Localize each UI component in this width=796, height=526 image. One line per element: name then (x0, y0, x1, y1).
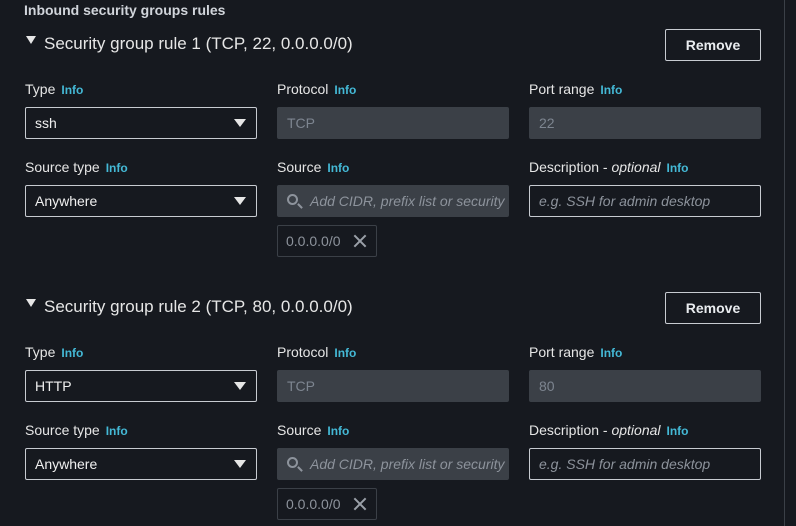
remove-button[interactable]: Remove (665, 292, 761, 324)
type-select[interactable]: HTTP (25, 370, 257, 402)
info-link[interactable]: Info (61, 346, 83, 360)
search-icon (287, 194, 298, 205)
protocol-input: TCP (277, 370, 509, 402)
panel-divider (784, 0, 785, 526)
port-range-input: 80 (529, 370, 761, 402)
source-field: Source Info Add CIDR, prefix list or secu… (277, 159, 510, 257)
protocol-field: Protocol Info TCP (277, 81, 510, 139)
type-label: Type Info (25, 81, 84, 97)
source-type-label: Source type Info (25, 422, 128, 438)
port-range-label: Port range Info (529, 344, 623, 360)
info-link[interactable]: Info (61, 83, 83, 97)
source-type-select[interactable]: Anywhere (25, 448, 257, 480)
info-link[interactable]: Info (106, 161, 128, 175)
info-link[interactable]: Info (327, 424, 349, 438)
chevron-down-icon (234, 197, 246, 205)
description-label: Description - optional Info (529, 159, 689, 175)
info-link[interactable]: Info (600, 83, 622, 97)
type-field: Type Info ssh (25, 81, 258, 139)
source-token: 0.0.0.0/0 (277, 225, 377, 257)
source-type-select[interactable]: Anywhere (25, 185, 257, 217)
source-label: Source Info (277, 159, 350, 175)
type-select[interactable]: ssh (25, 107, 257, 139)
description-input[interactable]: e.g. SSH for admin desktop (529, 448, 761, 480)
caret-down-icon[interactable] (26, 299, 36, 307)
info-link[interactable]: Info (334, 83, 356, 97)
inbound-rules-panel: Inbound security groups rules Security g… (0, 0, 796, 526)
protocol-input: TCP (277, 107, 509, 139)
type-field: Type Info HTTP (25, 344, 258, 402)
rule-header: Security group rule 1 (TCP, 22, 0.0.0.0/… (0, 29, 784, 74)
protocol-label: Protocol Info (277, 344, 357, 360)
source-type-field: Source type Info Anywhere (25, 159, 258, 217)
info-link[interactable]: Info (106, 424, 128, 438)
remove-button[interactable]: Remove (665, 29, 761, 61)
search-icon (287, 457, 298, 468)
protocol-label: Protocol Info (277, 81, 357, 97)
source-type-label: Source type Info (25, 159, 128, 175)
chevron-down-icon (234, 460, 246, 468)
close-icon[interactable] (353, 497, 367, 511)
caret-down-icon[interactable] (26, 36, 36, 44)
description-label: Description - optional Info (529, 422, 689, 438)
chevron-down-icon (234, 382, 246, 390)
source-field: Source Info Add CIDR, prefix list or secu… (277, 422, 510, 520)
close-icon[interactable] (353, 234, 367, 248)
source-label: Source Info (277, 422, 350, 438)
chevron-down-icon (234, 119, 246, 127)
protocol-field: Protocol Info TCP (277, 344, 510, 402)
source-search-input[interactable]: Add CIDR, prefix list or security (277, 448, 509, 480)
source-search-input[interactable]: Add CIDR, prefix list or security (277, 185, 509, 217)
rule-header: Security group rule 2 (TCP, 80, 0.0.0.0/… (0, 292, 784, 337)
section-title: Inbound security groups rules (24, 2, 226, 18)
rule-title[interactable]: Security group rule 1 (TCP, 22, 0.0.0.0/… (44, 34, 353, 54)
info-link[interactable]: Info (334, 346, 356, 360)
port-range-label: Port range Info (529, 81, 623, 97)
port-range-field: Port range Info 22 (529, 81, 762, 139)
info-link[interactable]: Info (327, 161, 349, 175)
source-token: 0.0.0.0/0 (277, 488, 377, 520)
info-link[interactable]: Info (667, 161, 689, 175)
description-field: Description - optional Info e.g. SSH for … (529, 422, 762, 480)
info-link[interactable]: Info (667, 424, 689, 438)
rule-title[interactable]: Security group rule 2 (TCP, 80, 0.0.0.0/… (44, 297, 353, 317)
port-range-field: Port range Info 80 (529, 344, 762, 402)
source-type-field: Source type Info Anywhere (25, 422, 258, 480)
info-link[interactable]: Info (600, 346, 622, 360)
description-input[interactable]: e.g. SSH for admin desktop (529, 185, 761, 217)
port-range-input: 22 (529, 107, 761, 139)
type-label: Type Info (25, 344, 84, 360)
description-field: Description - optional Info e.g. SSH for … (529, 159, 762, 217)
